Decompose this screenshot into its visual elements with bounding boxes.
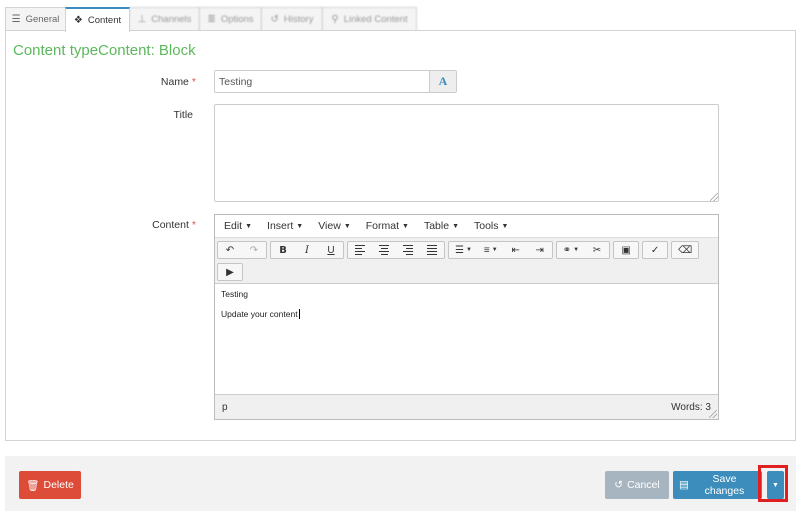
underline-icon[interactable]: U [319,242,343,258]
unlink-icon[interactable]: ✂ [585,242,609,258]
bold-icon[interactable]: B [271,242,295,258]
required-mark: * [191,219,196,231]
floppy-disk-icon: ▤ [679,479,689,491]
menu-edit[interactable]: Edit ▼ [218,220,258,232]
menu-insert[interactable]: Insert ▼ [261,220,309,232]
menu-format[interactable]: Format ▼ [360,220,415,232]
media-icon[interactable]: ▶ [218,264,242,280]
sliders-icon: ☰ [11,13,21,25]
undo-icon: ↺ [614,479,624,491]
align-right-icon[interactable] [396,242,420,258]
indent-icon[interactable]: ⇥ [528,242,552,258]
redo-icon[interactable]: ↷ [242,242,266,258]
tab-options[interactable]: ≣ Options [199,7,262,31]
align-center-icon[interactable] [372,242,396,258]
content-line: Update your content [221,308,300,320]
options-icon: ≣ [207,13,216,25]
content-panel: Content typeContent: Block Name* A Title… [5,30,796,441]
align-justify-icon[interactable] [420,242,444,258]
link-icon[interactable]: ⚭ ▼ [557,242,585,258]
italic-icon[interactable]: I [295,242,319,258]
tab-linked-content[interactable]: ⚲ Linked Content [322,7,417,31]
undo-icon[interactable]: ↶ [218,242,242,258]
save-options-dropdown-button[interactable]: ▼ [767,471,784,499]
menu-view[interactable]: View ▼ [312,220,357,232]
editor-menubar: Edit ▼ Insert ▼ View ▼ Format ▼ Table ▼ Tools… [215,215,718,238]
sitemap-icon: ⊥ [137,13,147,25]
tab-content[interactable]: ❖ Content [65,7,130,32]
menu-table[interactable]: Table ▼ [418,220,465,232]
page-title: Content typeContent: Block [13,42,196,59]
link-icon: ⚲ [331,13,339,25]
tab-history[interactable]: ↺ History [261,7,323,31]
word-count: Words: 3 [671,401,711,413]
editor-statusbar: p Words: 3 [215,394,718,419]
content-line: Testing [221,289,248,299]
delete-button[interactable]: 🗑 Delete [19,471,81,499]
spellcheck-icon[interactable]: ✓ [643,242,667,258]
title-textarea[interactable] [214,104,719,202]
cancel-button[interactable]: ↺ Cancel [605,471,669,499]
history-icon: ↺ [270,13,279,25]
tab-channels[interactable]: ⊥ Channels [129,7,200,31]
cubes-icon: ❖ [73,14,83,26]
trash-icon: 🗑 [26,479,40,492]
caret-down-icon: ▼ [772,481,779,489]
editor-toolbar: ↶ ↷ B I U ☰ ▼ ≡ ▼ ⇤ ⇥ ⚭ ▼ ✂ ▣ ✓ ⌫ ▶ [215,238,718,284]
align-left-icon[interactable] [348,242,372,258]
resize-grip-icon[interactable] [709,410,717,418]
name-label: Name * [160,76,196,88]
title-label: Title [173,109,193,121]
numbered-list-icon[interactable]: ≡ ▼ [478,242,504,258]
form-footer: 🗑 Delete ↺ Cancel ▤ Save changes ▼ [5,456,796,511]
save-changes-button[interactable]: ▤ Save changes [673,471,762,499]
content-label: Content * [152,219,196,231]
name-input-group: A [214,70,457,93]
editor-content-area[interactable]: Testing Update your content [215,284,718,394]
required-mark: * [191,76,196,88]
text-cursor [298,309,300,320]
bullet-list-icon[interactable]: ☰ ▼ [449,242,478,258]
tab-general[interactable]: ☰ General [5,7,66,31]
outdent-icon[interactable]: ⇤ [504,242,528,258]
menu-tools[interactable]: Tools ▼ [468,220,514,232]
rich-text-editor: Edit ▼ Insert ▼ View ▼ Format ▼ Table ▼ Tools… [214,214,719,420]
translate-button[interactable]: A [429,71,456,92]
name-input[interactable] [215,71,429,92]
tab-bar: ☰ General ❖ Content ⊥ Channels ≣ Options… [5,7,419,32]
element-path[interactable]: p [222,402,228,413]
image-icon[interactable]: ▣ [614,242,638,258]
resize-grip-icon[interactable] [710,193,718,201]
eraser-icon[interactable]: ⌫ [672,242,698,258]
